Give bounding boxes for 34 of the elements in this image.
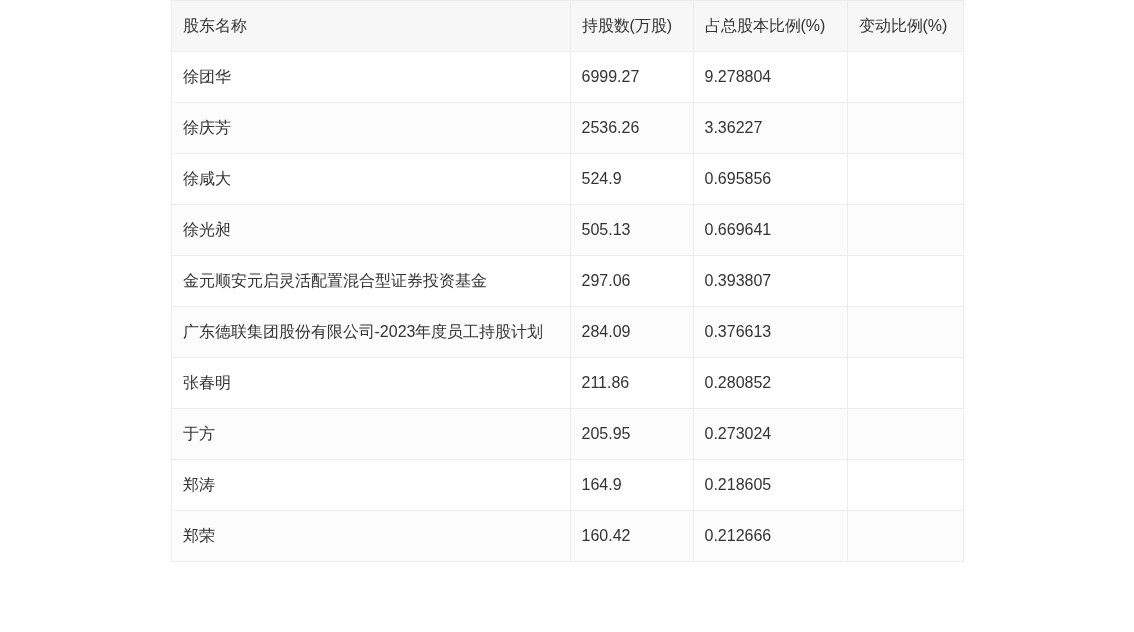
column-header: 持股数(万股): [570, 0, 693, 52]
table-cell: 0.280852: [693, 357, 847, 409]
table-cell: 3.36227: [693, 102, 847, 154]
table-cell: 徐光昶: [171, 204, 570, 256]
table-cell: 徐咸大: [171, 153, 570, 205]
table-cell: 6999.27: [570, 51, 693, 103]
table-cell: 张春明: [171, 357, 570, 409]
table-cell: 505.13: [570, 204, 693, 256]
table-cell: 0.695856: [693, 153, 847, 205]
table-cell: 9.278804: [693, 51, 847, 103]
column-header: 股东名称: [171, 0, 570, 52]
table-cell: 徐团华: [171, 51, 570, 103]
table-cell: 0.669641: [693, 204, 847, 256]
table-cell: 0.212666: [693, 510, 847, 562]
column-header: 变动比例(%): [847, 0, 963, 52]
table-cell: 524.9: [570, 153, 693, 205]
table-cell: 广东德联集团股份有限公司-2023年度员工持股计划: [171, 306, 570, 358]
table-cell: 211.86: [570, 357, 693, 409]
table-cell: 0.218605: [693, 459, 847, 511]
table-cell: 金元顺安元启灵活配置混合型证券投资基金: [171, 255, 570, 307]
table-cell: 0.273024: [693, 408, 847, 460]
table-cell: 于方: [171, 408, 570, 460]
table-cell: 2536.26: [570, 102, 693, 154]
table-cell: 郑荣: [171, 510, 570, 562]
table-cell: 205.95: [570, 408, 693, 460]
table-cell: 0.393807: [693, 255, 847, 307]
table-cell: 徐庆芳: [171, 102, 570, 154]
table-cell: 0.376613: [693, 306, 847, 358]
table-cell: 郑涛: [171, 459, 570, 511]
table-cell: 160.42: [570, 510, 693, 562]
table-cell: 284.09: [570, 306, 693, 358]
table-cell: 297.06: [570, 255, 693, 307]
column-header: 占总股本比例(%): [693, 0, 847, 52]
table-cell: 164.9: [570, 459, 693, 511]
